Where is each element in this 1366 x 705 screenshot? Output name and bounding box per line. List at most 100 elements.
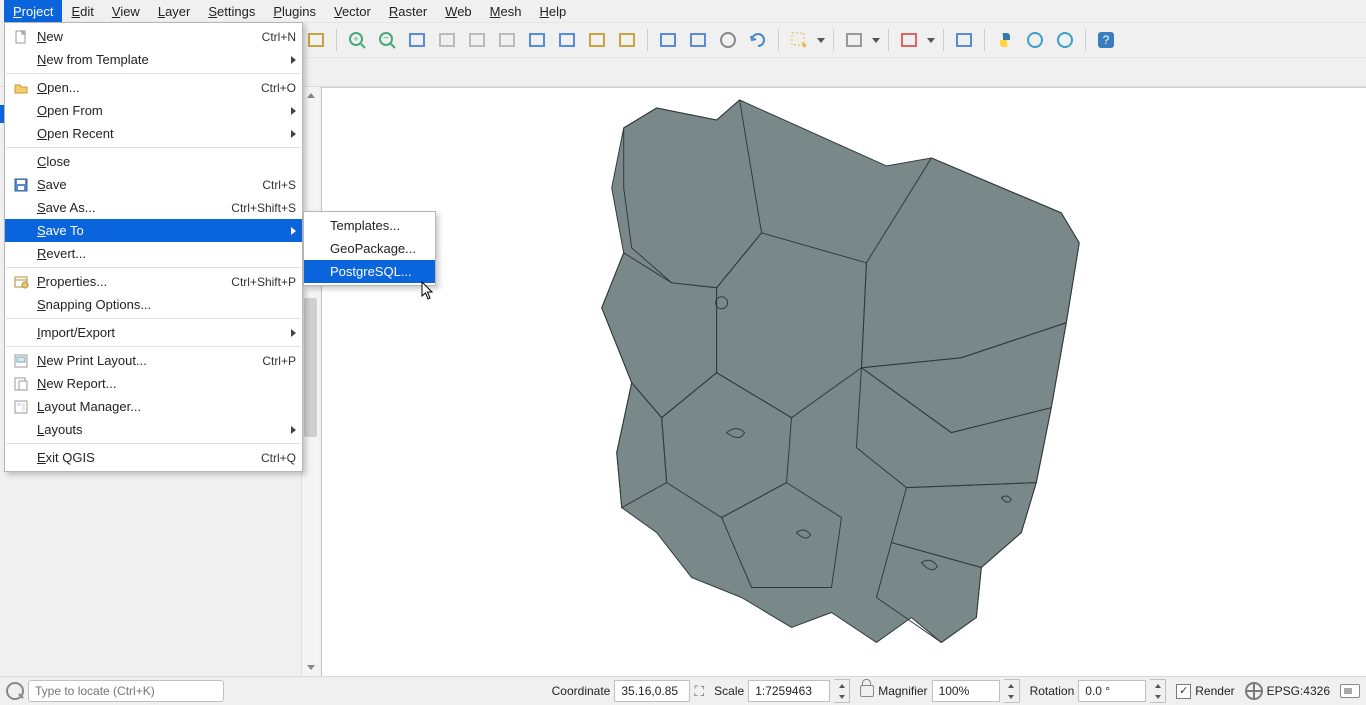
coordinate-group: Coordinate 35.16,0.85 ⛶ bbox=[552, 680, 705, 702]
scale-group: Scale 1:7259463 bbox=[714, 679, 850, 703]
zoom-next-button[interactable] bbox=[554, 27, 580, 53]
zoom-in-button[interactable]: + bbox=[344, 27, 370, 53]
menu-project[interactable]: Project bbox=[4, 0, 62, 22]
props-icon bbox=[9, 274, 33, 290]
menu-item-open-recent[interactable]: Open Recent bbox=[5, 122, 302, 145]
menu-item-revert[interactable]: Revert... bbox=[5, 242, 302, 265]
svg-text:+: + bbox=[353, 34, 358, 44]
menu-plugins[interactable]: Plugins bbox=[264, 0, 325, 22]
menu-item-save-as[interactable]: Save As...Ctrl+Shift+S bbox=[5, 196, 302, 219]
deselect-button[interactable] bbox=[841, 27, 867, 53]
menu-item-save[interactable]: SaveCtrl+S bbox=[5, 173, 302, 196]
zoom-sel-button[interactable] bbox=[434, 27, 460, 53]
rotation-value[interactable]: 0.0 ° bbox=[1078, 680, 1146, 702]
new-3d-button[interactable] bbox=[614, 27, 640, 53]
coord-label: Coordinate bbox=[552, 684, 611, 698]
locator-input[interactable] bbox=[28, 680, 224, 702]
rotation-spinner[interactable] bbox=[1150, 679, 1166, 703]
menu-layer[interactable]: Layer bbox=[149, 0, 200, 22]
submenu-arrow-icon bbox=[291, 56, 296, 64]
menu-item-new-from-template[interactable]: New from Template bbox=[5, 48, 302, 71]
magnifier-value[interactable]: 100% bbox=[932, 680, 1000, 702]
layoutmgr-icon bbox=[9, 399, 33, 415]
rotation-label: Rotation bbox=[1030, 684, 1075, 698]
submenu-item-templates[interactable]: Templates... bbox=[304, 214, 435, 237]
scale-spinner[interactable] bbox=[834, 679, 850, 703]
select-dropdown[interactable] bbox=[816, 38, 826, 43]
menu-item-import-export[interactable]: Import/Export bbox=[5, 321, 302, 344]
menu-settings[interactable]: Settings bbox=[199, 0, 264, 22]
svg-text:−: − bbox=[383, 33, 389, 44]
lock-icon[interactable] bbox=[860, 685, 874, 697]
scroll-down-button[interactable] bbox=[302, 659, 319, 676]
plugin2-button[interactable] bbox=[1052, 27, 1078, 53]
menu-item-new-report[interactable]: New Report... bbox=[5, 372, 302, 395]
refresh-button[interactable] bbox=[745, 27, 771, 53]
magnifier-label: Magnifier bbox=[878, 684, 927, 698]
plugin1-button[interactable] bbox=[1022, 27, 1048, 53]
svg-text:?: ? bbox=[1103, 33, 1110, 47]
menu-raster[interactable]: Raster bbox=[380, 0, 436, 22]
zoom-last-button[interactable] bbox=[524, 27, 550, 53]
browser-scrollbar[interactable] bbox=[301, 87, 319, 676]
menu-item-layouts[interactable]: Layouts bbox=[5, 418, 302, 441]
show-stats-button[interactable] bbox=[951, 27, 977, 53]
measure-button[interactable] bbox=[655, 27, 681, 53]
menu-help[interactable]: Help bbox=[530, 0, 575, 22]
coord-value[interactable]: 35.16,0.85 bbox=[614, 680, 690, 702]
render-checkbox[interactable] bbox=[1176, 684, 1191, 699]
zoom-layer-button[interactable] bbox=[464, 27, 490, 53]
zoom-full-button[interactable] bbox=[404, 27, 430, 53]
submenu-arrow-icon bbox=[291, 426, 296, 434]
zoom-native-button[interactable] bbox=[494, 27, 520, 53]
menu-item-new-print-layout[interactable]: New Print Layout...Ctrl+P bbox=[5, 349, 302, 372]
menu-item-open-from[interactable]: Open From bbox=[5, 99, 302, 122]
scroll-track[interactable] bbox=[302, 104, 319, 659]
render-group: Render bbox=[1176, 684, 1234, 699]
scroll-thumb[interactable] bbox=[304, 298, 317, 437]
menu-item-open[interactable]: Open...Ctrl+O bbox=[5, 76, 302, 99]
extents-icon[interactable]: ⛶ bbox=[694, 683, 704, 700]
measure2-button[interactable] bbox=[685, 27, 711, 53]
status-bar: Coordinate 35.16,0.85 ⛶ Scale 1:7259463 … bbox=[0, 676, 1366, 705]
menu-item-snapping-options[interactable]: Snapping Options... bbox=[5, 293, 302, 316]
open-button[interactable] bbox=[303, 27, 329, 53]
magnifier-spinner[interactable] bbox=[1004, 679, 1020, 703]
menu-item-exit-qgis[interactable]: Exit QGISCtrl+Q bbox=[5, 446, 302, 469]
menu-item-properties[interactable]: Properties...Ctrl+Shift+P bbox=[5, 270, 302, 293]
menu-edit[interactable]: Edit bbox=[62, 0, 102, 22]
submenu-arrow-icon bbox=[291, 329, 296, 337]
menu-mesh[interactable]: Mesh bbox=[481, 0, 531, 22]
menu-item-new[interactable]: NewCtrl+N bbox=[5, 25, 302, 48]
menu-item-close[interactable]: Close bbox=[5, 150, 302, 173]
menu-web[interactable]: Web bbox=[436, 0, 481, 22]
python-button[interactable] bbox=[992, 27, 1018, 53]
map-canvas[interactable] bbox=[322, 87, 1366, 676]
submenu-item-postgresql[interactable]: PostgreSQL... bbox=[304, 260, 435, 283]
crs-icon bbox=[1245, 682, 1263, 700]
scale-value[interactable]: 1:7259463 bbox=[748, 680, 830, 702]
save-to-submenu[interactable]: Templates...GeoPackage...PostgreSQL... bbox=[303, 211, 436, 286]
crs-group[interactable]: EPSG:4326 bbox=[1245, 682, 1330, 700]
temporal-button[interactable] bbox=[715, 27, 741, 53]
new-map-button[interactable] bbox=[584, 27, 610, 53]
save-icon bbox=[9, 177, 33, 193]
menu-item-save-to[interactable]: Save To bbox=[5, 219, 302, 242]
scroll-up-button[interactable] bbox=[302, 87, 319, 104]
project-menu-dropdown[interactable]: NewCtrl+NNew from TemplateOpen...Ctrl+OO… bbox=[4, 22, 303, 472]
deselect-dropdown[interactable] bbox=[871, 38, 881, 43]
menubar: ProjectEditViewLayerSettingsPluginsVecto… bbox=[0, 0, 1366, 22]
invert-button[interactable] bbox=[896, 27, 922, 53]
submenu-item-geopackage[interactable]: GeoPackage... bbox=[304, 237, 435, 260]
menu-vector[interactable]: Vector bbox=[325, 0, 380, 22]
zoom-out-button[interactable]: − bbox=[374, 27, 400, 53]
menu-item-layout-manager[interactable]: Layout Manager... bbox=[5, 395, 302, 418]
new-icon bbox=[9, 29, 33, 45]
select-button[interactable] bbox=[786, 27, 812, 53]
rotation-group: Rotation 0.0 ° bbox=[1030, 679, 1167, 703]
invert-dropdown[interactable] bbox=[926, 38, 936, 43]
menu-view[interactable]: View bbox=[103, 0, 149, 22]
report-icon bbox=[9, 376, 33, 392]
messages-icon[interactable] bbox=[1340, 684, 1360, 698]
help-button[interactable]: ? bbox=[1093, 27, 1119, 53]
